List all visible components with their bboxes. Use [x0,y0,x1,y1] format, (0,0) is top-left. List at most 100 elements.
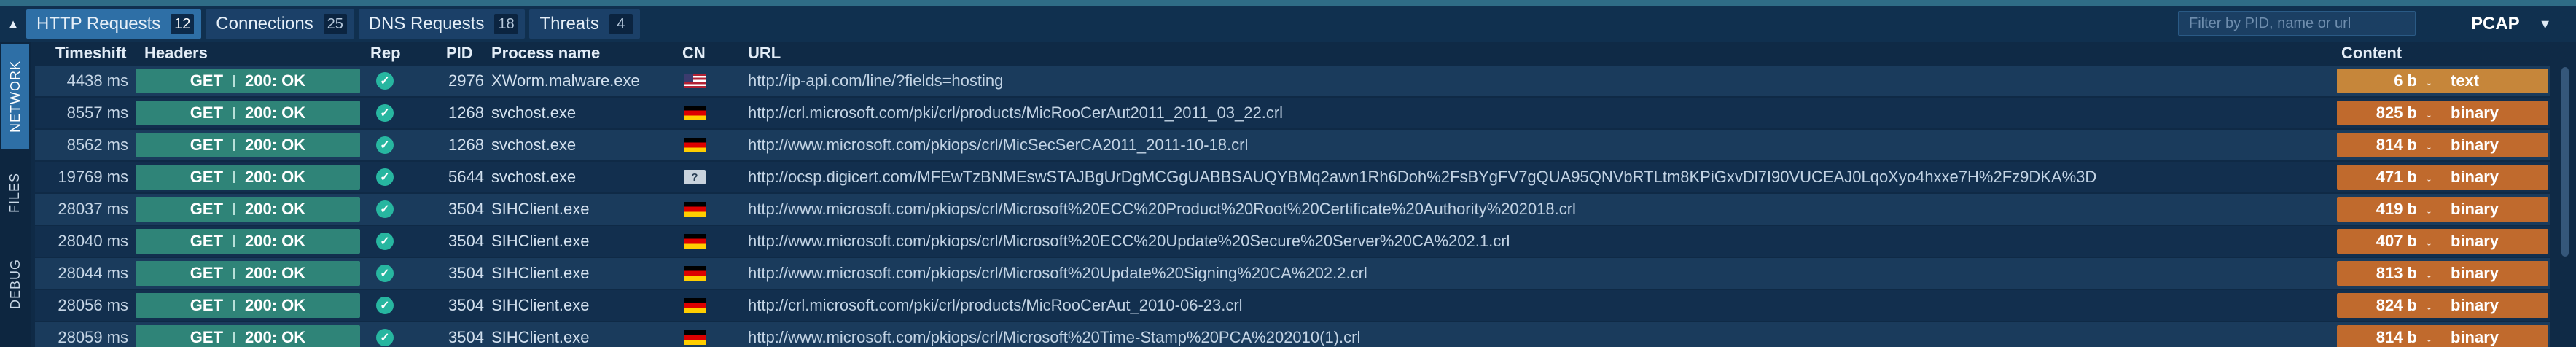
download-arrow-icon: ↓ [2426,137,2432,152]
content-download-button[interactable]: 813 b ↓ binary [2337,261,2548,286]
check-circle-icon: ✓ [376,329,394,346]
table-row[interactable]: 19769 ms GET 200: OK ✓ 5644 svchost.exe? http:… [35,162,2550,192]
url-cell[interactable]: http://www.microsoft.com/pkiops/crl/Micr… [748,258,2373,289]
collapse-panel-button[interactable]: ▲ [0,6,26,42]
table-row[interactable]: 28056 ms GET 200: OK ✓ 3504 SIHClient.exe http… [35,290,2550,321]
col-rep[interactable]: Rep [370,44,401,63]
tab-dns-requests[interactable]: DNS Requests 18 [358,9,526,39]
pcap-dropdown[interactable]: PCAP ▼ [2471,6,2552,42]
filter-input[interactable]: Filter by PID, name or url [2178,11,2416,36]
sidetab-label: FILES [7,172,23,213]
headers-button[interactable]: GET 200: OK [136,229,360,254]
method-label: GET [190,71,224,90]
tab-connections[interactable]: Connections 25 [206,9,354,39]
download-arrow-icon: ↓ [2426,105,2432,120]
url-cell[interactable]: http://www.microsoft.com/pkiops/crl/Micr… [748,322,2373,347]
germany-flag-icon [684,298,706,313]
url-cell[interactable]: http://crl.microsoft.com/pki/crl/product… [748,290,2373,321]
timeshift-cell: 19769 ms [58,168,128,186]
content-size: 6 b [2394,71,2417,90]
content-download-button[interactable]: 814 b ↓ binary [2337,133,2548,157]
headers-button[interactable]: GET 200: OK [136,325,360,347]
tab-http-requests[interactable]: HTTP Requests 12 [26,9,202,39]
divider [233,203,235,215]
content-download-button[interactable]: 419 b ↓ binary [2337,197,2548,222]
method-label: GET [190,232,224,250]
url-cell[interactable]: http://crl.microsoft.com/pki/crl/product… [748,98,2373,128]
divider [233,107,235,119]
check-circle-icon: ✓ [376,104,394,122]
table-row[interactable]: 28037 ms GET 200: OK ✓ 3504 SIHClient.exe http… [35,194,2550,225]
pid-cell: 1268 [448,104,484,122]
headers-button[interactable]: GET 200: OK [136,261,360,286]
reputation-cell: ✓ [369,162,401,192]
url-cell[interactable]: http://www.microsoft.com/pkiops/crl/Micr… [748,226,2373,257]
table-row[interactable]: 8557 ms GET 200: OK ✓ 1268 svchost.exe http://… [35,98,2550,128]
content-download-button[interactable]: 825 b ↓ binary [2337,101,2548,125]
table-row[interactable]: 28040 ms GET 200: OK ✓ 3504 SIHClient.exe http… [35,226,2550,257]
table-row[interactable]: 8562 ms GET 200: OK ✓ 1268 svchost.exe http://… [35,130,2550,160]
headers-button[interactable]: GET 200: OK [136,133,360,157]
pid-cell: 3504 [448,200,484,218]
headers-button[interactable]: GET 200: OK [136,197,360,222]
content-size: 814 b [2376,328,2417,346]
content-size: 825 b [2376,104,2417,122]
reputation-cell: ✓ [369,130,401,160]
col-headers[interactable]: Headers [144,44,208,63]
col-content[interactable]: Content [2341,44,2402,63]
content-size: 814 b [2376,136,2417,154]
content-size: 813 b [2376,264,2417,282]
pcap-label: PCAP [2471,14,2520,34]
content-download-button[interactable]: 814 b ↓ binary [2337,325,2548,347]
content-download-button[interactable]: 824 b ↓ binary [2337,293,2548,318]
tab-threats[interactable]: Threats 4 [529,9,640,39]
method-label: GET [190,296,224,314]
pid-cell: 3504 [448,232,484,250]
url-cell[interactable]: http://ocsp.digicert.com/MFEwTzBNMEswSTA… [748,162,2373,192]
country-cell [682,290,707,321]
chevron-up-icon: ▲ [7,16,20,31]
reputation-cell: ✓ [369,226,401,257]
status-label: 200: OK [245,200,306,218]
content-download-button[interactable]: 407 b ↓ binary [2337,229,2548,254]
content-type: binary [2451,328,2499,346]
download-arrow-icon: ↓ [2426,297,2432,313]
headers-button[interactable]: GET 200: OK [136,165,360,190]
timeshift-cell: 28056 ms [58,296,128,314]
sidetab-debug[interactable]: DEBUG [1,236,29,331]
sidetab-files[interactable]: FILES [1,152,29,233]
content-type: text [2451,71,2480,90]
germany-flag-icon [684,202,706,217]
col-pid[interactable]: PID [446,44,473,63]
headers-button[interactable]: GET 200: OK [136,69,360,93]
col-timeshift[interactable]: Timeshift [55,44,126,63]
table-row[interactable]: 4438 ms GET 200: OK ✓ 2976 XWorm.malware.exe h… [35,66,2550,96]
tab-label: Connections [216,14,313,34]
check-circle-icon: ✓ [376,297,394,314]
col-url[interactable]: URL [748,44,781,63]
method-label: GET [190,168,224,186]
headers-button[interactable]: GET 200: OK [136,101,360,125]
headers-button[interactable]: GET 200: OK [136,293,360,318]
pid-cell: 3504 [448,296,484,314]
process-name-cell: SIHClient.exe [491,328,590,346]
url-cell[interactable]: http://www.microsoft.com/pkiops/crl/Micr… [748,194,2373,225]
col-cn[interactable]: CN [682,44,706,63]
table-row[interactable]: 28044 ms GET 200: OK ✓ 3504 SIHClient.exe http… [35,258,2550,289]
process-name-cell: SIHClient.exe [491,200,590,218]
method-label: GET [190,136,224,154]
country-cell [682,258,707,289]
process-name-cell: svchost.exe [491,136,577,154]
content-size: 471 b [2376,168,2417,186]
tab-label: HTTP Requests [36,14,161,34]
vertical-scrollbar[interactable] [2561,67,2569,257]
tab-count-badge: 12 [171,14,195,34]
url-cell[interactable]: http://www.microsoft.com/pkiops/crl/MicS… [748,130,2373,160]
germany-flag-icon [684,234,706,249]
url-cell[interactable]: http://ip-api.com/line/?fields=hosting [748,66,2373,96]
content-download-button[interactable]: 6 b ↓ text [2337,69,2548,93]
content-download-button[interactable]: 471 b ↓ binary [2337,165,2548,190]
table-row[interactable]: 28059 ms GET 200: OK ✓ 3504 SIHClient.exe http… [35,322,2550,347]
col-process-name[interactable]: Process name [491,44,600,63]
sidetab-network[interactable]: NETWORK [1,44,29,149]
